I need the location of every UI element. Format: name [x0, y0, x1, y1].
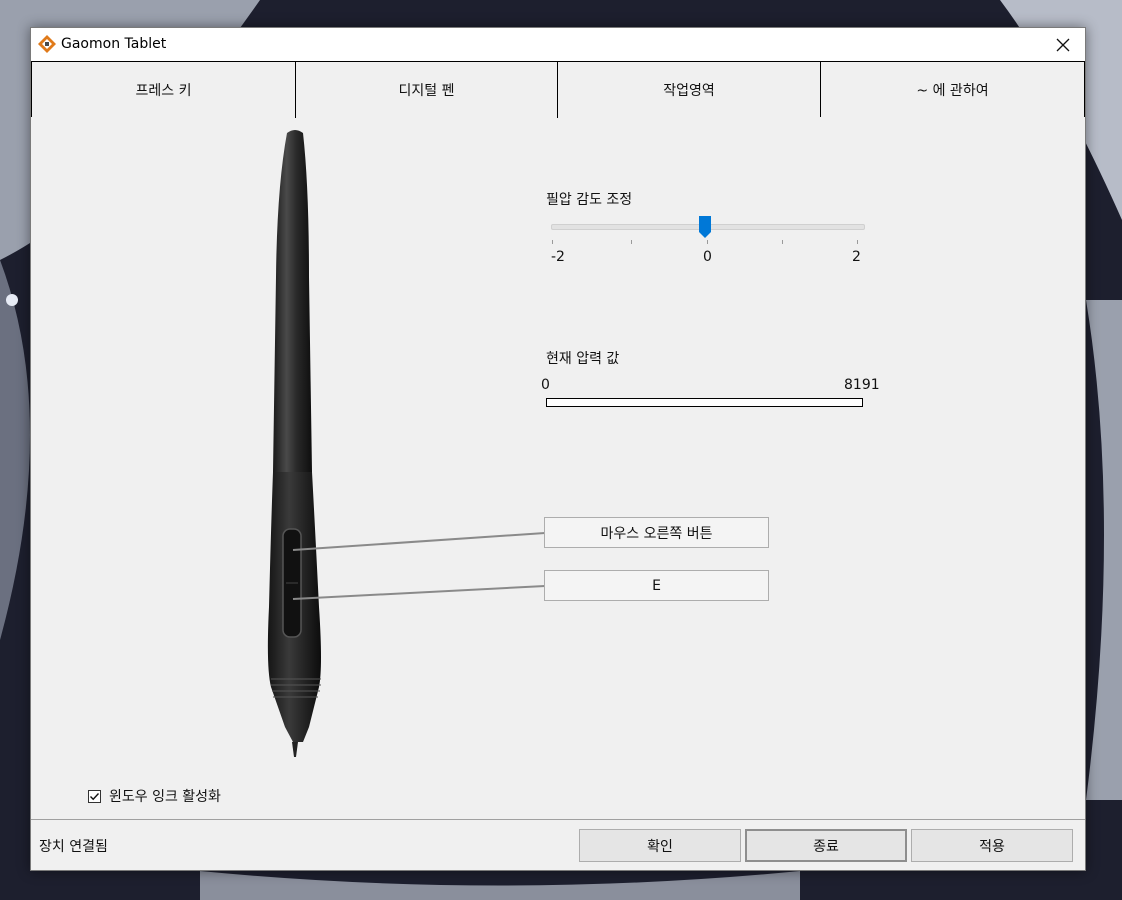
pen-upper-button-setting[interactable]: 마우스 오른쪽 버튼	[544, 517, 769, 548]
close-icon	[1056, 38, 1070, 51]
pen-button-leader-lines	[292, 532, 546, 600]
pressure-label: 현재 압력 값	[546, 351, 620, 367]
apply-button[interactable]: 적용	[911, 829, 1073, 862]
apply-button-label: 적용	[979, 838, 1005, 855]
pressure-max-label: 8191	[844, 377, 880, 393]
windows-ink-label: 윈도우 잉크 활성화	[109, 789, 221, 805]
tab-label: ~ 에 관하여	[916, 82, 989, 99]
exit-button[interactable]: 종료	[745, 829, 907, 862]
ok-button-label: 확인	[647, 838, 673, 855]
pressure-progress-bar	[546, 398, 863, 407]
slider-tick	[631, 240, 632, 244]
tab-bar: 프레스 키 디지털 펜 작업영역 ~ 에 관하여	[31, 61, 1085, 118]
slider-max-label: 2	[852, 249, 861, 265]
pressure-min-label: 0	[541, 377, 550, 393]
slider-tick	[552, 240, 553, 244]
tab-digital-pen[interactable]: 디지털 펜	[295, 61, 558, 118]
exit-button-label: 종료	[813, 838, 839, 855]
app-window: Gaomon Tablet 프레스 키 디지털 펜 작업영역 ~ 에 관하여 필…	[30, 27, 1086, 871]
tab-press-keys[interactable]: 프레스 키	[31, 61, 296, 117]
window-title: Gaomon Tablet	[61, 36, 167, 52]
slider-tick	[857, 240, 858, 244]
sensitivity-slider-thumb[interactable]	[698, 215, 712, 239]
slider-tick	[707, 240, 708, 244]
slider-mid-label: 0	[703, 249, 712, 265]
tab-label: 프레스 키	[135, 82, 192, 99]
pen-lower-button-label: E	[652, 577, 661, 594]
pen-lower-button-setting[interactable]: E	[544, 570, 769, 601]
close-button[interactable]	[1041, 28, 1085, 61]
title-bar: Gaomon Tablet	[31, 28, 1085, 61]
slider-tick	[782, 240, 783, 244]
slider-min-label: -2	[551, 249, 565, 265]
footer-bar: 장치 연결됨 확인 종료 적용	[31, 819, 1085, 870]
tab-about[interactable]: ~ 에 관하여	[820, 61, 1085, 117]
pen-upper-button-label: 마우스 오른쪽 버튼	[600, 525, 713, 542]
checkmark-icon	[90, 792, 100, 800]
tab-label: 디지털 펜	[398, 83, 455, 99]
tab-work-area[interactable]: 작업영역	[557, 61, 821, 117]
windows-ink-checkbox[interactable]	[88, 789, 101, 803]
tab-label: 작업영역	[663, 82, 715, 99]
pen-illustration	[267, 130, 321, 757]
windows-ink-option[interactable]: 윈도우 잉크 활성화	[88, 787, 221, 805]
gaomon-logo-icon	[38, 35, 56, 53]
ok-button[interactable]: 확인	[579, 829, 741, 862]
device-status: 장치 연결됨	[39, 839, 108, 855]
sensitivity-label: 필압 감도 조정	[546, 192, 633, 208]
digital-pen-panel: 필압 감도 조정 -2 0 2 현재 압력 값 0 8191 마우스 오른쪽 버…	[31, 117, 1085, 817]
